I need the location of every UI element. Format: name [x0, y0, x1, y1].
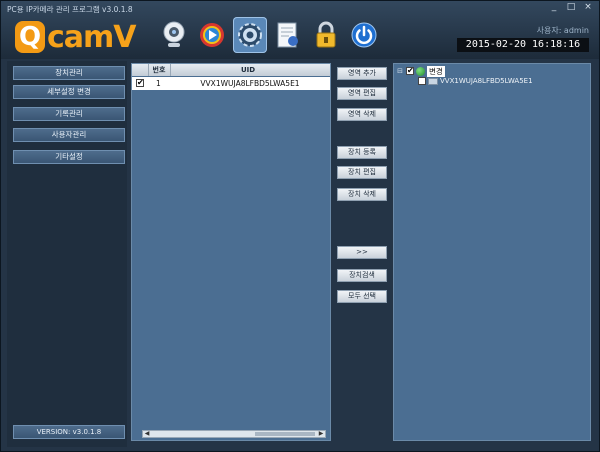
sidebar-item-other-settings[interactable]: 기타설정	[13, 150, 125, 164]
edit-device-button[interactable]: 장치 편집	[337, 166, 387, 179]
scroll-right-icon[interactable]: ▶	[317, 431, 325, 437]
window-controls: _ □ ×	[547, 3, 595, 13]
lock-icon[interactable]	[309, 17, 343, 53]
window-title: PC용 IP카메라 관리 프로그램 v3.0.1.8	[7, 5, 133, 14]
maximize-button[interactable]: □	[564, 3, 578, 13]
column-number[interactable]: 번호	[148, 64, 171, 76]
list-header: 번호 UID	[132, 64, 330, 76]
move-to-tree-button[interactable]: >>	[337, 246, 387, 259]
group-checkbox[interactable]: ✔	[406, 67, 414, 75]
register-device-button[interactable]: 장치 등록	[337, 146, 387, 159]
row-checkbox[interactable]: ✔	[136, 79, 144, 87]
close-button[interactable]: ×	[581, 3, 595, 13]
scroll-left-icon[interactable]: ◀	[143, 431, 151, 437]
device-uid-label: VVX1WUJA8LFBD5LWA5E1	[440, 77, 533, 85]
column-check	[132, 64, 149, 76]
logo-text: camV	[47, 19, 137, 55]
group-label: 변경	[427, 65, 445, 77]
sidebar-item-device-management[interactable]: 장치관리	[13, 66, 125, 80]
webcam-icon[interactable]	[157, 17, 191, 53]
device-list-panel: 번호 UID ✔ 1 VVX1WUJA8LFBD5LWA5E1 ◀ ▶	[131, 63, 331, 441]
gear-icon[interactable]	[233, 17, 267, 53]
minimize-button[interactable]: _	[547, 3, 561, 13]
device-checkbox[interactable]	[418, 77, 426, 85]
select-all-button[interactable]: 모두 선택	[337, 290, 387, 303]
edit-area-button[interactable]: 영역 편집	[337, 87, 387, 100]
add-area-button[interactable]: 영역 추가	[337, 67, 387, 80]
sidebar-item-record-management[interactable]: 기록관리	[13, 107, 125, 121]
horizontal-scrollbar[interactable]: ◀ ▶	[142, 430, 326, 438]
power-icon[interactable]	[347, 17, 381, 53]
camera-icon	[428, 77, 438, 85]
logo-q: Q	[15, 21, 45, 53]
row-uid: VVX1WUJA8LFBD5LWA5E1	[200, 79, 300, 88]
tree-device-node[interactable]: VVX1WUJA8LFBD5LWA5E1	[418, 76, 533, 86]
datetime-display: 2015-02-20 16:18:16	[457, 38, 589, 52]
sidebar-item-user-management[interactable]: 사용자관리	[13, 128, 125, 142]
title-bar: PC용 IP카메라 관리 프로그램 v3.0.1.8 _ □ × Q camV	[1, 1, 599, 59]
document-icon[interactable]	[271, 17, 305, 53]
user-label: 사용자: admin	[536, 26, 589, 35]
player-icon[interactable]	[195, 17, 229, 53]
qcamv-logo: Q camV	[15, 19, 137, 55]
area-tree-panel: ⊟ ✔ 변경 VVX1WUJA8LFBD5LWA5E1	[393, 63, 591, 441]
sidebar-item-detail-settings[interactable]: 세부설정 변경	[13, 85, 125, 99]
table-row[interactable]: ✔ 1 VVX1WUJA8LFBD5LWA5E1	[132, 77, 330, 90]
scroll-thumb[interactable]	[255, 432, 315, 436]
version-label: VERSION: v3.0.1.8	[13, 425, 125, 439]
globe-icon	[416, 66, 425, 76]
tree-group-node[interactable]: ⊟ ✔ 변경	[396, 65, 445, 77]
main-window: PC용 IP카메라 관리 프로그램 v3.0.1.8 _ □ × Q camV	[0, 0, 600, 452]
column-uid[interactable]: UID	[170, 64, 326, 76]
main-toolbar	[157, 17, 381, 53]
delete-device-button[interactable]: 장치 삭제	[337, 188, 387, 201]
sidebar: 장치관리 세부설정 변경 기록관리 사용자관리 기타설정 VERSION: v3…	[7, 61, 127, 447]
delete-area-button[interactable]: 영역 삭제	[337, 108, 387, 121]
row-number: 1	[156, 79, 161, 88]
search-device-button[interactable]: 장치검색	[337, 269, 387, 282]
collapse-icon[interactable]: ⊟	[396, 67, 404, 75]
